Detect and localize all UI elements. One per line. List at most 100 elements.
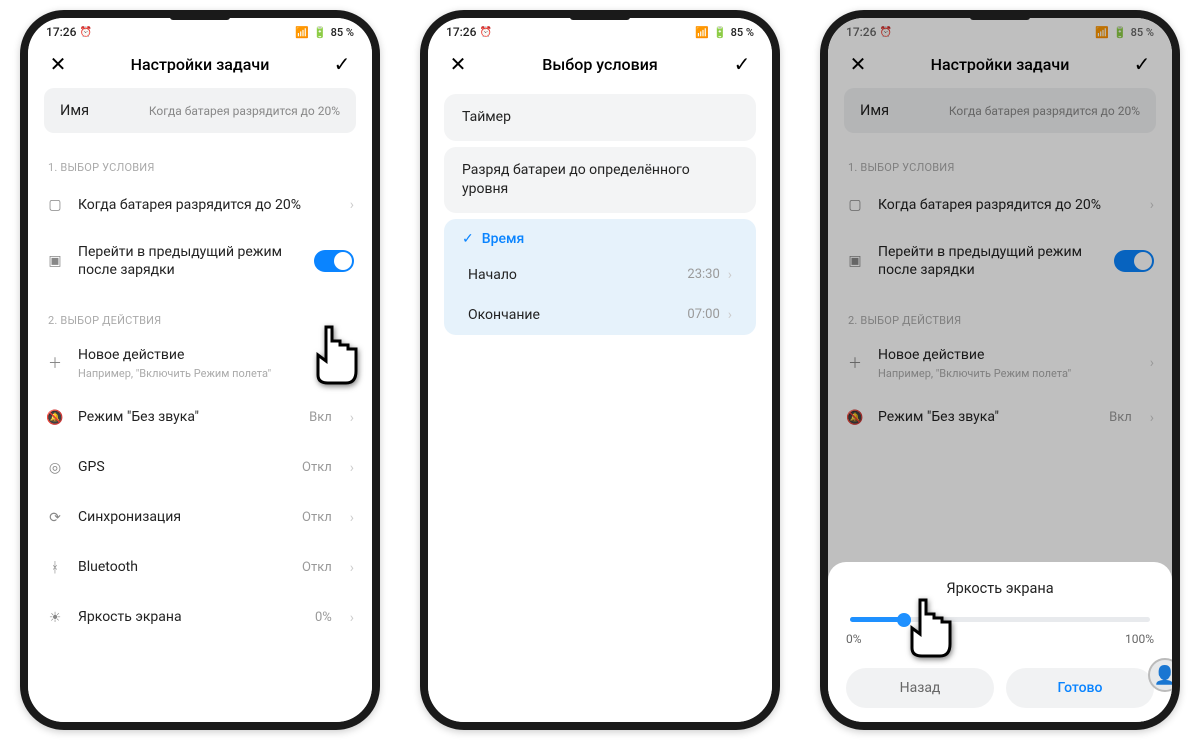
battery-icon: ▢: [846, 196, 864, 214]
chevron-right-icon: ›: [1150, 197, 1154, 213]
row-sync[interactable]: ⟳ Синхронизация Откл ›: [28, 493, 372, 543]
time-end-row[interactable]: Окончание 07:00 ›: [444, 295, 756, 335]
option-label: Разряд батареи до определённого уровня: [462, 162, 690, 197]
plus-icon: ＋: [46, 354, 64, 372]
slider-thumb[interactable]: [897, 613, 911, 627]
status-bar: 17:26 ⏰ 📶 🔋 85 %: [28, 18, 372, 42]
row-bluetooth[interactable]: ᚼ Bluetooth Откл ›: [28, 543, 372, 593]
row-label: Режим "Без звука": [878, 408, 1095, 426]
time-start-row[interactable]: Начало 23:30 ›: [444, 255, 756, 295]
row-label: GPS: [78, 458, 288, 476]
battery-icon: ▣: [846, 252, 864, 270]
mute-icon: 🔕: [846, 409, 864, 427]
phone-2: 17:26 ⏰ 📶 🔋 85 % ✕ Выбор условия ✓ Тайме…: [420, 10, 780, 730]
chevron-right-icon: ›: [350, 410, 354, 426]
chevron-right-icon: ›: [350, 197, 354, 213]
row-new-action[interactable]: ＋ Новое действие Например, "Включить Реж…: [828, 333, 1172, 392]
confirm-button[interactable]: ✓: [730, 52, 754, 76]
phone-1: 17:26 ⏰ 📶 🔋 85 % ✕ Настройки задачи ✓ Им…: [20, 10, 380, 730]
battery-icon: 🔋: [313, 26, 327, 39]
chevron-right-icon: ›: [1150, 410, 1154, 426]
chevron-right-icon: ›: [1150, 355, 1154, 371]
close-button[interactable]: ✕: [846, 52, 870, 76]
brightness-icon: ☀: [46, 609, 64, 627]
row-sublabel: Например, "Включить Режим полета": [78, 367, 332, 380]
row-value: Вкл: [1109, 410, 1132, 425]
row-value: 0%: [315, 610, 332, 625]
chevron-right-icon: ›: [350, 460, 354, 476]
row-silent-mode[interactable]: 🔕 Режим "Без звука" Вкл ›: [828, 393, 1172, 443]
option-battery[interactable]: Разряд батареи до определённого уровня: [444, 147, 756, 213]
page-title: Настройки задачи: [931, 55, 1070, 74]
name-value: Когда батарея разрядится до 20%: [949, 104, 1140, 118]
status-battery: 85 %: [331, 26, 354, 39]
sheet-cancel-button[interactable]: Назад: [846, 668, 994, 708]
signal-icon: 📶: [295, 26, 309, 39]
page-title: Выбор условия: [542, 55, 657, 74]
alarm-icon: ⏰: [479, 27, 491, 38]
row-battery-condition[interactable]: ▢ Когда батарея разрядится до 20% ›: [28, 180, 372, 230]
row-brightness[interactable]: ☀ Яркость экрана 0% ›: [28, 593, 372, 643]
option-timer[interactable]: Таймер: [444, 94, 756, 141]
row-label: Перейти в предыдущий режим после зарядки: [78, 243, 300, 279]
battery-icon: ▣: [46, 252, 64, 270]
confirm-button[interactable]: ✓: [330, 52, 354, 76]
sync-icon: ⟳: [46, 509, 64, 527]
row-gps[interactable]: ◎ GPS Откл ›: [28, 443, 372, 493]
row-label: Начало: [468, 267, 517, 283]
close-button[interactable]: ✕: [46, 52, 70, 76]
gps-icon: ◎: [46, 459, 64, 477]
toggle-previous-mode[interactable]: [314, 250, 354, 272]
row-silent-mode[interactable]: 🔕 Режим "Без звука" Вкл ›: [28, 393, 372, 443]
status-time: 17:26: [46, 25, 76, 39]
sheet-title: Яркость экрана: [846, 580, 1154, 597]
sheet-ok-button[interactable]: Готово: [1006, 668, 1154, 708]
option-label: Время: [482, 231, 525, 247]
row-label: Перейти в предыдущий режим после зарядки: [878, 243, 1100, 279]
battery-icon: 🔋: [713, 26, 727, 39]
row-sublabel: Например, "Включить Режим полета": [878, 367, 1132, 380]
signal-icon: 📶: [695, 26, 709, 39]
chevron-right-icon: ›: [350, 560, 354, 576]
name-label: Имя: [860, 102, 889, 119]
row-previous-mode[interactable]: ▣ Перейти в предыдущий режим после заряд…: [28, 230, 372, 292]
chevron-right-icon: ›: [728, 307, 732, 323]
row-label: Синхронизация: [78, 508, 288, 526]
battery-icon: ▢: [46, 196, 64, 214]
header: ✕ Выбор условия ✓: [428, 42, 772, 88]
brightness-slider[interactable]: [850, 617, 1150, 622]
status-bar: 17:26 ⏰ 📶 🔋 85 %: [428, 18, 772, 42]
header: ✕ Настройки задачи ✓: [828, 42, 1172, 88]
close-button[interactable]: ✕: [446, 52, 470, 76]
row-label: Bluetooth: [78, 558, 288, 576]
signal-icon: 📶: [1095, 26, 1109, 39]
task-name-row[interactable]: Имя Когда батарея разрядится до 20%: [44, 88, 356, 133]
confirm-button[interactable]: ✓: [1130, 52, 1154, 76]
toggle-previous-mode[interactable]: [1114, 250, 1154, 272]
row-previous-mode[interactable]: ▣ Перейти в предыдущий режим после заряд…: [828, 230, 1172, 292]
slider-max: 100%: [1125, 632, 1154, 646]
chevron-right-icon: ›: [350, 355, 354, 371]
slider-fill: [850, 617, 904, 622]
option-label: Таймер: [462, 109, 511, 125]
row-value: Вкл: [309, 410, 332, 425]
option-time-selected[interactable]: ✓ Время Начало 23:30 › Окончание 07:00 ›: [444, 219, 756, 335]
row-value: Откл: [302, 510, 332, 525]
chevron-right-icon: ›: [728, 267, 732, 283]
status-time: 17:26: [446, 25, 476, 39]
alarm-icon: ⏰: [79, 27, 91, 38]
task-name-row[interactable]: Имя Когда батарея разрядится до 20%: [844, 88, 1156, 133]
section-actions: 2. ВЫБОР ДЕЙСТВИЯ: [28, 292, 372, 333]
row-value: 07:00: [687, 307, 719, 322]
row-new-action[interactable]: ＋ Новое действие Например, "Включить Реж…: [28, 333, 372, 392]
chevron-right-icon: ›: [350, 510, 354, 526]
row-value: 23:30: [687, 267, 719, 282]
row-value: Откл: [302, 460, 332, 475]
row-battery-condition[interactable]: ▢ Когда батарея разрядится до 20% ›: [828, 180, 1172, 230]
status-bar: 17:26 ⏰ 📶 🔋 85 %: [828, 18, 1172, 42]
check-icon: ✓: [462, 231, 474, 247]
section-actions: 2. ВЫБОР ДЕЙСТВИЯ: [828, 292, 1172, 333]
status-time: 17:26: [846, 25, 876, 39]
name-label: Имя: [60, 102, 89, 119]
name-value: Когда батарея разрядится до 20%: [149, 104, 340, 118]
